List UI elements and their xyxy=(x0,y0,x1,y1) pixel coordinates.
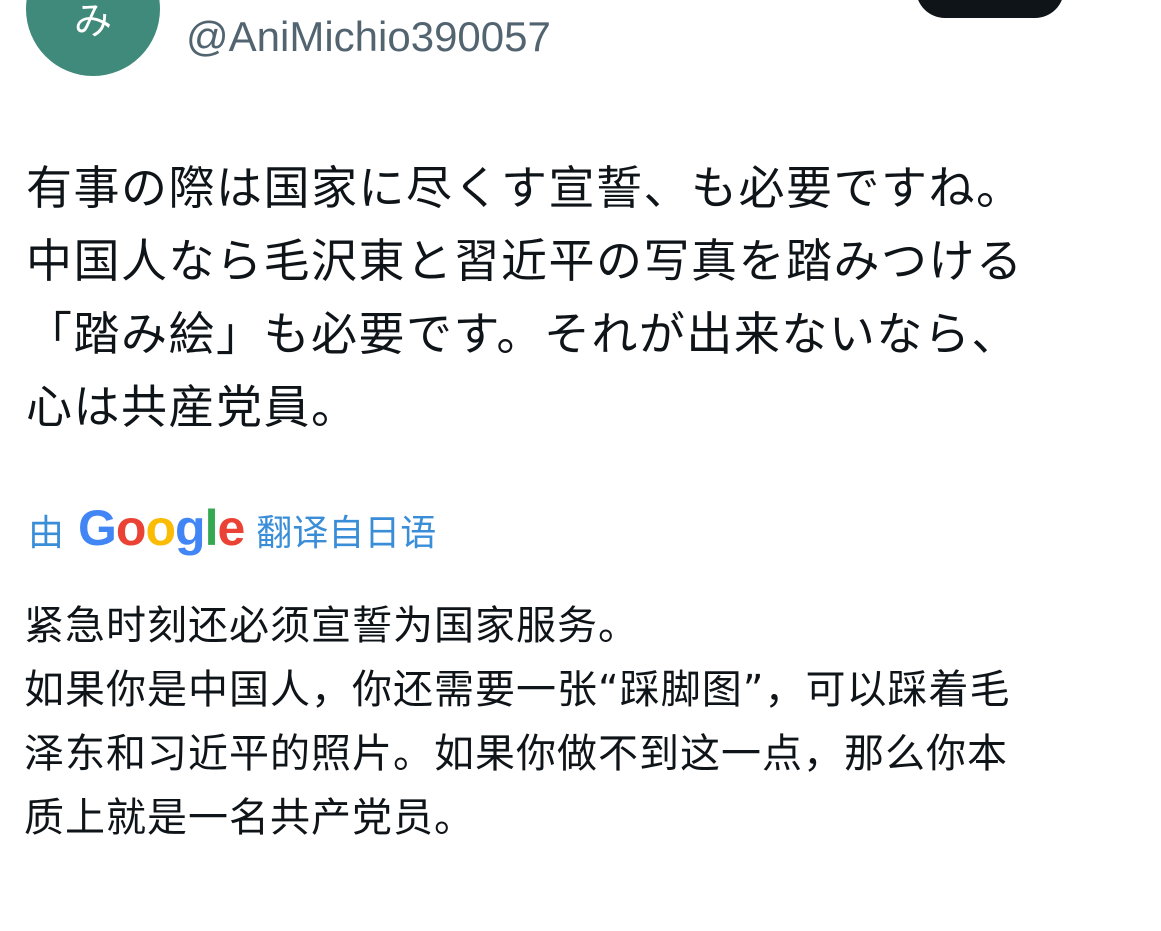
tweet-line: 中国人なら毛沢東と習近平の写真を踏みつける xyxy=(26,234,1024,288)
translation-line: 质上就是一名共产党员。 xyxy=(24,795,475,841)
avatar-glyph: み xyxy=(73,0,112,43)
tweet-line: 「踏み絵」も必要です。それが出来ないなら、 xyxy=(26,307,1019,361)
tweet-text: 有事の際は国家に尽くす宣誓、も必要ですね。 中国人なら毛沢東と習近平の写真を踏み… xyxy=(26,152,1126,444)
avatar[interactable]: み xyxy=(26,0,160,76)
translated-text: 紧急时刻还必须宣誓为国家服务。 如果你是中国人，你还需要一张“踩脚图”，可以踩着… xyxy=(24,594,1134,850)
tweet-line: 有事の際は国家に尽くす宣誓、も必要ですね。 xyxy=(26,161,1024,215)
follow-button[interactable] xyxy=(916,0,1064,18)
translation-line: 紧急时刻还必须宣誓为国家服务。 xyxy=(24,603,639,649)
tweet-line: 心は共産党員。 xyxy=(26,380,359,434)
translation-line: 泽东和习近平的照片。如果你做不到这一点，那么你本 xyxy=(24,731,1008,777)
author-handle[interactable]: @AniMichio390057 xyxy=(186,12,551,62)
translation-line: 如果你是中国人，你还需要一张“踩脚图”，可以踩着毛 xyxy=(24,667,1011,713)
translation-attribution[interactable]: 由 Google 翻译自日语 xyxy=(28,500,436,560)
translated-by-label: 由 xyxy=(28,513,65,554)
google-logo: Google xyxy=(78,500,245,556)
translated-from-label[interactable]: 翻译自日语 xyxy=(256,504,436,556)
